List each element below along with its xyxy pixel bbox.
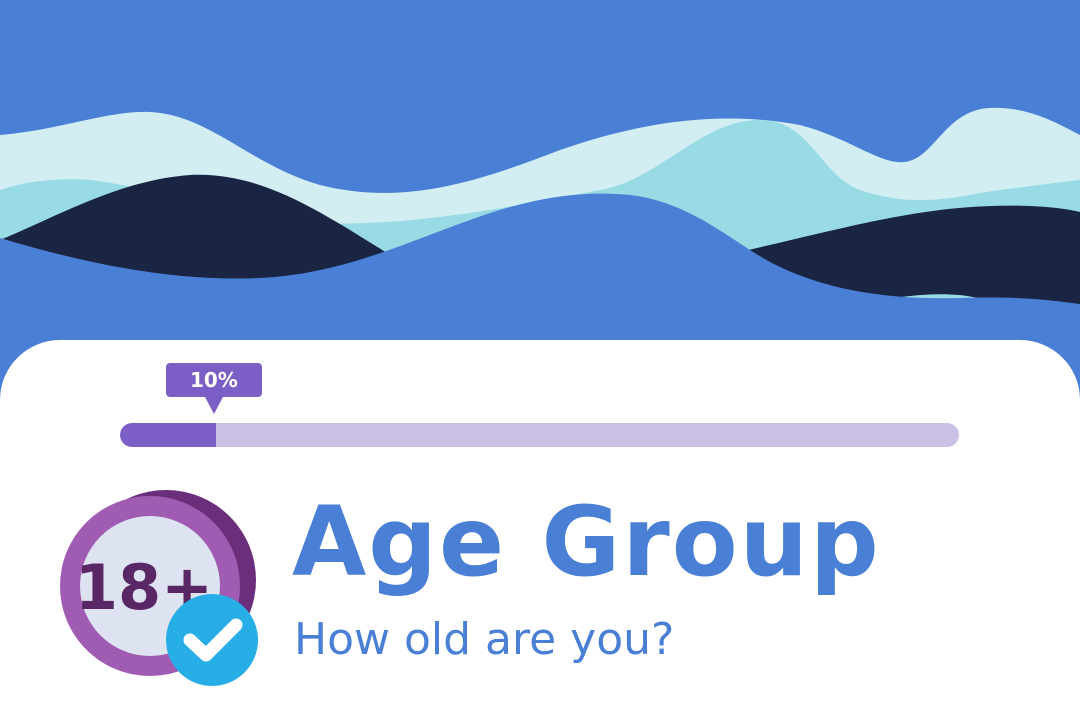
- progress-bar: [120, 423, 959, 447]
- question-title: Age Group: [292, 486, 881, 598]
- decorative-wave-banner: [0, 0, 1080, 380]
- progress-percent-badge: 10%: [165, 363, 262, 414]
- progress-bar-fill: [120, 423, 216, 447]
- question-subtitle: How old are you?: [294, 614, 675, 665]
- age-18-plus-verified-icon: 18+: [60, 490, 258, 686]
